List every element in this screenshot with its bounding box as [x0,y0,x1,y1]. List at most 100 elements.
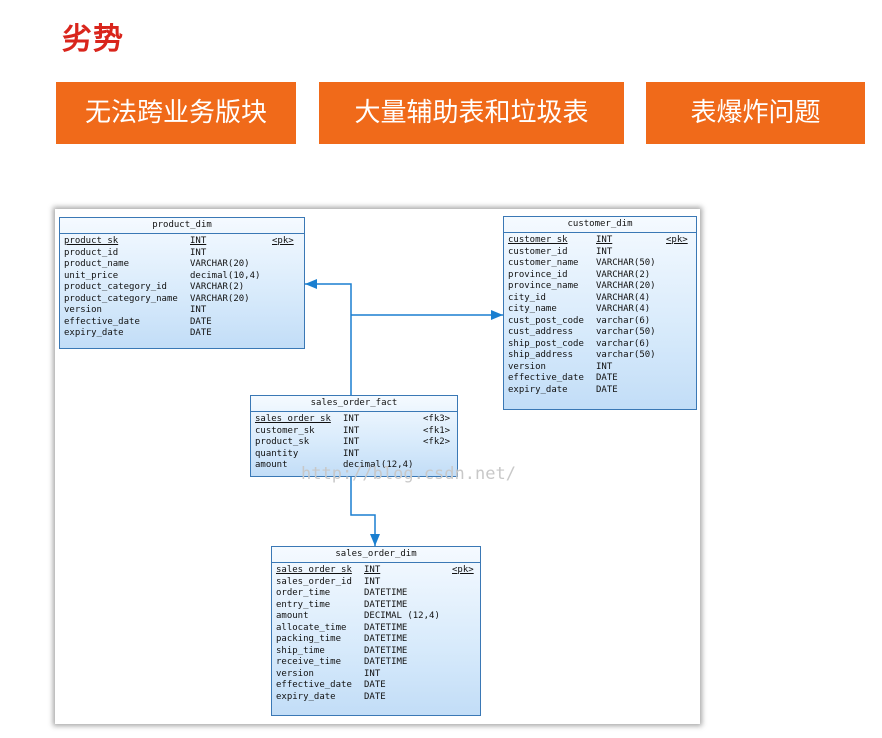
column-row: cust_post_code varchar(6) [504,316,696,328]
arrow-customer-icon [491,310,503,320]
column-key: <pk> [666,235,688,245]
column-name: product_category_id [64,282,167,292]
column-key: <fk3> [423,414,451,424]
column-type: INT [343,414,360,424]
column-type: INT [364,668,381,679]
column-name: product_sk [255,437,310,447]
column-name: expiry_date [508,384,568,395]
column-row: product_name VARCHAR(20) [60,259,304,271]
banner-table-explosion: 表爆炸问题 [646,82,865,144]
column-type: DATE [596,373,618,383]
column-row: amount DECIMAL (12,4) [272,611,480,623]
entity-title: sales_order_fact [251,396,457,412]
entity-product-dim[interactable]: product_dim product_sk INT <pk> product_id I… [59,217,305,349]
column-name: product_sk [64,236,119,246]
column-row: effective_date DATE [60,317,304,329]
column-row: expiry_date DATE [60,328,304,340]
column-row: ship_address varchar(50) [504,350,696,362]
column-type: VARCHAR(20) [596,281,656,291]
column-type: INT [596,246,613,257]
column-type: DATE [190,316,212,327]
column-row: effective_date DATE [504,373,696,385]
column-name: quantity [255,448,299,459]
column-type: DATE [364,691,386,702]
column-name: sales_order_sk [276,565,352,575]
column-row: receive_time DATETIME [272,657,480,669]
column-type: INT [190,236,207,246]
column-key: <fk2> [423,437,451,447]
entity-customer-dim[interactable]: customer_dim customer_sk INT <pk> customer_… [503,216,697,410]
column-name: expiry_date [276,691,336,702]
column-type: VARCHAR(2) [596,269,651,280]
column-type: VARCHAR(20) [190,293,250,304]
column-type: DATETIME [364,588,408,598]
column-type: VARCHAR(2) [190,282,245,292]
column-type: INT [596,235,613,245]
column-row: ship_time DATETIME [272,646,480,658]
entity-title: product_dim [60,218,304,234]
column-name: unit_price [64,270,119,281]
page-title: 劣势 [62,22,124,57]
column-name: version [508,361,546,372]
column-key: <fk1> [423,425,451,436]
column-type: varchar(50) [596,350,656,360]
column-name: city_name [508,304,557,314]
column-row: product_sk INT <fk2> [251,437,457,449]
column-name: customer_sk [508,235,568,245]
column-name: customer_id [508,246,568,257]
column-type: DECIMAL (12,4) [364,611,440,621]
banner-cross-business: 无法跨业务版块 [56,82,296,144]
column-row: product_category_name VARCHAR(20) [60,294,304,306]
column-row: cust_address varchar(50) [504,327,696,339]
column-row: product_id INT [60,248,304,260]
column-type: DATE [596,384,618,395]
banner-auxiliary-tables: 大量辅助表和垃圾表 [319,82,624,144]
column-name: customer_name [508,258,579,268]
column-row: version INT [272,669,480,681]
column-row: version INT [504,362,696,374]
column-type: VARCHAR(4) [596,292,651,303]
column-row: customer_id INT [504,247,696,259]
column-type: decimal(10,4) [190,270,261,281]
column-name: product_name [64,259,130,269]
column-type: DATETIME [364,599,408,610]
column-name: customer_sk [255,425,315,436]
column-type: DATE [364,680,386,690]
column-row: sales_order_id INT [272,577,480,589]
column-row: version INT [60,305,304,317]
column-row: customer_sk INT <fk1> [251,426,457,438]
connector-fact-to-product [305,283,352,395]
column-name: sales_order_sk [255,414,331,424]
column-name: order_time [276,588,331,598]
column-name: receive_time [276,657,342,667]
column-type: DATETIME [364,634,408,644]
column-type: INT [343,448,360,459]
column-row: sales_order_sk INT <pk> [272,565,480,577]
column-name: province_id [508,269,568,280]
column-name: ship_time [276,645,325,656]
column-key: <pk> [452,565,474,575]
column-type: INT [596,361,613,372]
column-row: ship_post_code varchar(6) [504,339,696,351]
column-type: DATETIME [364,657,408,667]
column-name: amount [255,460,288,470]
column-row: province_name VARCHAR(20) [504,281,696,293]
column-row: effective_date DATE [272,680,480,692]
column-type: varchar(6) [596,315,651,326]
arrow-product-icon [305,279,317,289]
entity-sales-order-dim[interactable]: sales_order_dim sales_order_sk INT <pk> sal… [271,546,481,716]
column-type: DATETIME [364,645,408,656]
column-type: DATE [190,328,212,338]
column-name: allocate_time [276,622,347,633]
column-name: city_id [508,292,546,303]
column-type: INT [364,576,381,587]
column-name: cust_post_code [508,315,584,326]
column-name: packing_time [276,634,342,644]
column-row: expiry_date DATE [272,692,480,704]
column-key: <pk> [272,236,294,246]
column-row: customer_sk INT <pk> [504,235,696,247]
column-row: order_time DATETIME [272,588,480,600]
column-row: expiry_date DATE [504,385,696,397]
column-row: packing_time DATETIME [272,634,480,646]
entity-title: sales_order_dim [272,547,480,563]
